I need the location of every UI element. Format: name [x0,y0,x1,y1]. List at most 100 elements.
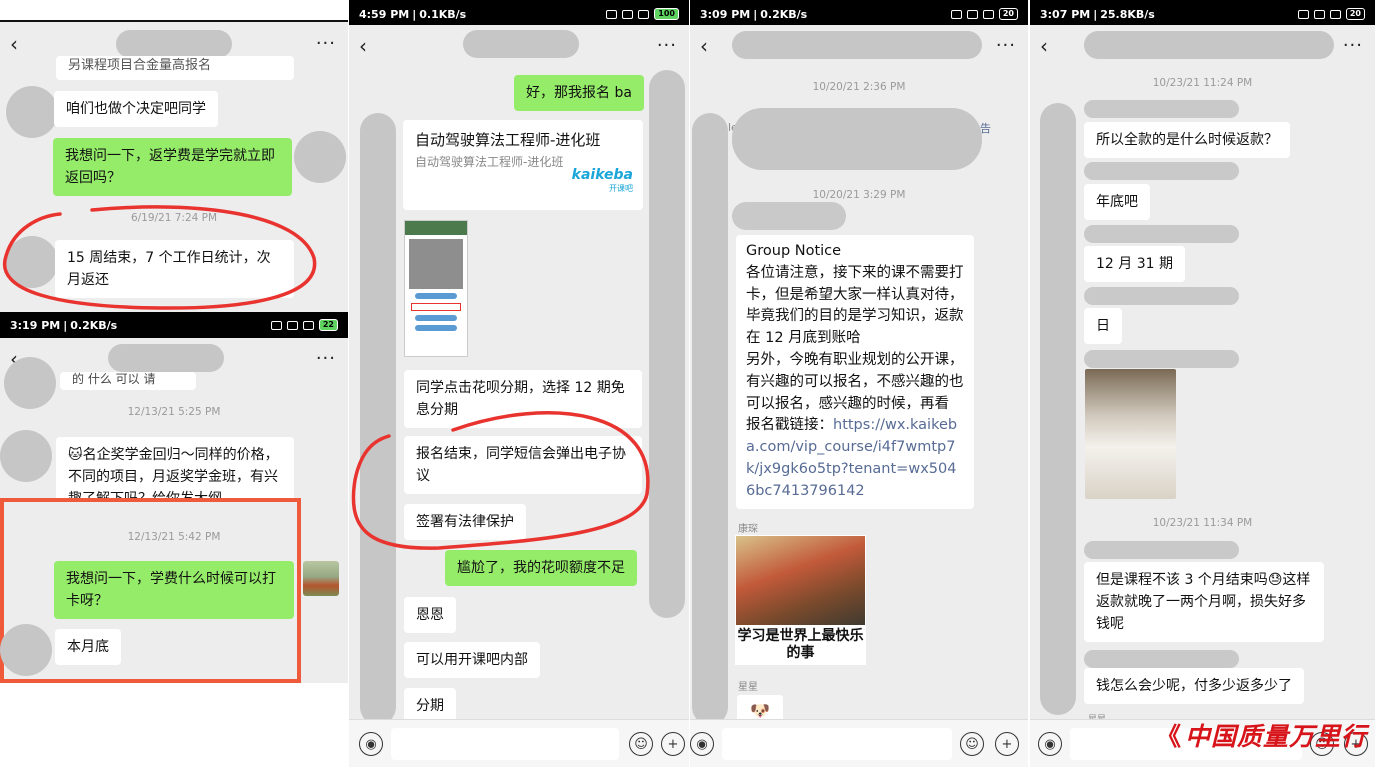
back-icon[interactable]: ‹ [10,23,18,65]
chat-title-redacted [1084,31,1334,59]
signal-icon [622,9,634,19]
message-incoming: 恩恩 [404,597,456,633]
status-bar: 3:09 PM | 0.2KB/s 20 [690,0,1028,28]
avatar-self [294,131,346,183]
husky-meme-image[interactable] [1085,369,1176,499]
voice-icon[interactable]: ◉ [359,732,383,756]
meme-picture [736,536,865,625]
more-icon[interactable]: ··· [996,25,1016,67]
vpn-icon [950,9,962,19]
status-time: 3:07 PM [1040,7,1091,21]
sender-name-redacted [1084,350,1239,368]
input-bar: ◉ ☺ + [690,719,1028,767]
watermark-mark-icon: 《 [1155,722,1182,751]
more-icon[interactable]: ··· [316,338,336,380]
avatar-redacted [692,113,728,725]
message-incoming: 可以用开课吧内部 [404,642,540,678]
cat-emoji-icon: 🐱 [68,447,83,463]
annotation-circle [2,205,317,310]
message-incoming: 但是课程不该 3 个月结束吗😓这样返款就晚了一两个月啊，损失好多钱呢 [1084,562,1324,642]
status-time: 3:09 PM [700,7,751,21]
battery-icon: 20 [998,8,1018,20]
status-speed: 25.8KB/s [1100,7,1155,21]
back-icon[interactable]: ‹ [700,25,708,67]
sender-name: 星星 [738,682,758,693]
message-incoming-promo: 🐱名企奖学金回归～同样的价格，不同的项目，月返奖学金班，有兴趣了解下吗？给你发大… [56,437,294,502]
message-incoming: 12 月 31 期 [1084,246,1185,282]
meme-caption: 学习是世界上最快乐的事 [737,628,864,661]
status-time: 3:19 PM [10,318,61,332]
message-incoming: 所以全款的是什么时候返款？ [1084,122,1290,158]
timestamp: 12/13/21 5:42 PM [127,531,221,543]
more-icon[interactable]: ··· [657,25,677,67]
status-bar: 4:59 PM | 0.1KB/s 100 [349,0,689,28]
chat-title-redacted [108,344,224,372]
chat-title-redacted [463,30,579,58]
status-speed: 0.2KB/s [70,318,118,332]
message-outgoing: 我想问一下，返学费是学完就立即返回吗？ [53,138,292,196]
back-icon[interactable]: ‹ [359,25,367,67]
more-icon[interactable]: ··· [1343,25,1363,67]
chat-title-redacted [116,30,232,58]
chat-title-redacted [732,31,982,59]
wifi-icon [1329,9,1341,19]
signal-icon [1313,9,1325,19]
sender-name-redacted [1084,541,1239,559]
message-incoming: 钱怎么会少呢，付多少返多少了 [1084,668,1304,704]
cropped-status-area [0,0,348,22]
sweat-emoji-icon: 😓 [1267,572,1283,588]
avatar [6,86,58,138]
chat-panel-1: ‹ ··· 另课程项目合金量高报名 咱们也做个决定吧同学 我想问一下，返学费是学… [0,0,348,767]
status-speed: 0.1KB/s [419,7,467,21]
message-partial: 另课程项目合金量高报名 [56,56,294,80]
voice-icon[interactable]: ◉ [690,732,714,756]
status-speed: 0.2KB/s [760,7,808,21]
complain-text-a: 但是课程不该 3 个月结束吗 [1096,572,1268,588]
course-link-card[interactable]: 自动驾驶算法工程师-进化班 自动驾驶算法工程师-进化班 kaikeba 开课吧 [403,120,643,210]
blank-area [0,683,348,767]
signal-icon [966,9,978,19]
message-input[interactable] [391,728,619,760]
plus-icon[interactable]: + [661,732,685,756]
sender-name-redacted [732,202,846,230]
message-redacted [732,108,982,170]
kaikeba-logo: kaikeba 开课吧 [571,167,633,193]
screenshot-thumbnail[interactable] [404,220,468,357]
meme-image[interactable]: 学习是世界上最快乐的事 [735,535,866,665]
watermark-logo: 《中国质量万里行 [1156,717,1367,753]
sender-name-redacted [1084,287,1239,305]
watermark-text: 中国质量万里行 [1184,722,1367,751]
wifi-icon [638,9,650,19]
back-icon[interactable]: ‹ [1040,25,1048,67]
chat-panel-3: 3:09 PM | 0.2KB/s 20 ‹ ··· 10/20/21 2:36… [690,0,1028,767]
sender-name-redacted [1084,650,1239,668]
vpn-icon [270,320,282,330]
card-title: 自动驾驶算法工程师-进化班 [415,131,601,149]
battery-icon: 100 [654,8,679,20]
signal-icon [286,320,298,330]
sender-name-redacted [1084,162,1239,180]
avatar [0,624,52,676]
emoji-icon[interactable]: ☺ [629,732,653,756]
emoji-icon[interactable]: ☺ [960,732,984,756]
avatar-self-photo [303,561,339,596]
chat-panel-4: 3:07 PM | 25.8KB/s 20 ‹ ··· 10/23/21 11:… [1030,0,1375,767]
promo-text: 名企奖学金回归～同样的价格，不同的项目，月返奖学金班，有兴趣了解下吗？给你发大纲 [68,447,279,502]
avatar [0,430,52,482]
message-outgoing: 好，那我报名 ba [514,75,644,111]
message-outgoing: 我想问一下，学费什么时候可以打卡呀？ [54,561,294,619]
message-partial: 的 什么 可以 请 [60,372,196,390]
avatar-redacted [1040,103,1076,715]
voice-icon[interactable]: ◉ [1038,732,1062,756]
timestamp: 12/13/21 5:25 PM [127,406,221,418]
timestamp: 10/23/21 11:34 PM [1152,517,1253,529]
timestamp: 10/23/21 11:24 PM [1152,77,1253,89]
status-bar: 3:07 PM | 25.8KB/s 20 [1030,0,1375,28]
chat-panel-2: 4:59 PM | 0.1KB/s 100 ‹ ··· 好，那我报名 ba 自动… [349,0,689,767]
plus-icon[interactable]: + [995,732,1019,756]
notice-title: Group Notice [746,243,842,259]
input-bar: ◉ ☺ + [349,719,689,767]
message-input[interactable] [722,728,952,760]
more-icon[interactable]: ··· [316,23,336,65]
message-incoming: 咱们也做个决定吧同学 [54,91,218,127]
